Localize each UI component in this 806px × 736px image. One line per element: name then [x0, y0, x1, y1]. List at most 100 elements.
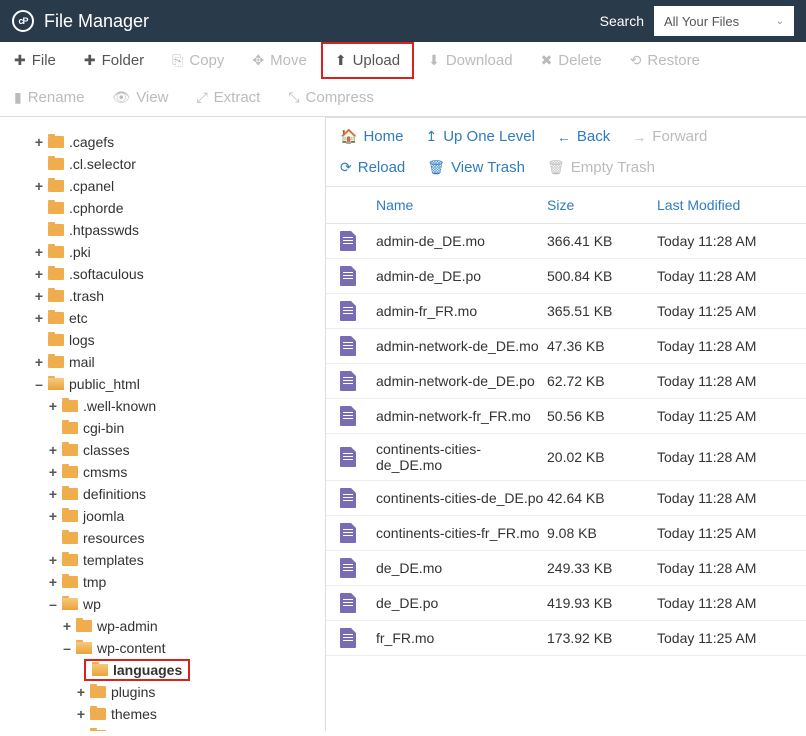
copy-button[interactable]: ⎘Copy	[158, 42, 238, 79]
tree-label[interactable]: cmsms	[83, 464, 127, 480]
tree-node[interactable]: +.cl.selector	[0, 153, 325, 175]
expand-icon[interactable]: +	[32, 267, 46, 281]
up-one-level-button[interactable]: ↥Up One Level	[425, 128, 534, 145]
tree-label[interactable]: public_html	[69, 376, 140, 392]
tree-node[interactable]: + .trash	[0, 285, 325, 307]
tree-node[interactable]: + themes	[0, 703, 325, 725]
upload-button[interactable]: ⬆Upload	[321, 42, 414, 79]
reload-button[interactable]: ⟳Reload	[340, 159, 405, 176]
file-row[interactable]: admin-de_DE.po500.84 KBToday 11:28 AM	[326, 259, 806, 294]
search-scope-select[interactable]: All Your Files ⌄	[654, 6, 794, 36]
tree-label[interactable]: themes	[111, 706, 157, 722]
tree-node[interactable]: + .well-known	[0, 395, 325, 417]
tree-label[interactable]: tmp	[83, 574, 106, 590]
tree-node[interactable]: + tmp	[0, 571, 325, 593]
expand-icon[interactable]: +	[46, 465, 60, 479]
tree-node[interactable]: +.cphorde	[0, 197, 325, 219]
tree-label[interactable]: wp	[83, 596, 101, 612]
tree-label[interactable]: joomla	[83, 508, 124, 524]
file-row[interactable]: admin-de_DE.mo366.41 KBToday 11:28 AM	[326, 224, 806, 259]
tree-label[interactable]: definitions	[83, 486, 146, 502]
expand-icon[interactable]: +	[46, 443, 60, 457]
tree-node[interactable]: +.softaculous	[0, 263, 325, 285]
tree-label[interactable]: .cphorde	[69, 200, 123, 216]
expand-icon[interactable]: +	[32, 135, 46, 149]
tree-label[interactable]: templates	[83, 552, 144, 568]
new-file-button[interactable]: ✚File	[0, 42, 70, 79]
tree-label-selected[interactable]: languages	[84, 659, 190, 681]
view-button[interactable]: 👁View	[98, 79, 182, 116]
tree-node[interactable]: +upgrade	[0, 725, 325, 731]
column-name[interactable]: Name	[370, 197, 547, 213]
tree-node[interactable]: +.cpanel	[0, 175, 325, 197]
file-row[interactable]: admin-network-fr_FR.mo50.56 KBToday 11:2…	[326, 399, 806, 434]
file-row[interactable]: continents-cities-de_DE.po42.64 KBToday …	[326, 481, 806, 516]
tree-node[interactable]: +resources	[0, 527, 325, 549]
collapse-icon[interactable]: –	[60, 641, 74, 655]
expand-icon[interactable]: +	[32, 289, 46, 303]
collapse-icon[interactable]: –	[32, 377, 46, 391]
tree-label[interactable]: logs	[69, 332, 95, 348]
tree-label[interactable]: mail	[69, 354, 95, 370]
expand-icon[interactable]: +	[46, 575, 60, 589]
file-row[interactable]: continents-cities-de_DE.mo20.02 KBToday …	[326, 434, 806, 481]
tree-node[interactable]: + cmsms	[0, 461, 325, 483]
move-button[interactable]: ✥Move	[238, 42, 320, 79]
tree-label[interactable]: .pki	[69, 244, 91, 260]
tree-label[interactable]: wp-content	[97, 640, 165, 656]
folder-tree-sidebar[interactable]: +.cagefs+.cl.selector+.cpanel+.cphorde+.…	[0, 117, 326, 731]
tree-label[interactable]: resources	[83, 530, 144, 546]
file-row[interactable]: admin-network-de_DE.mo47.36 KBToday 11:2…	[326, 329, 806, 364]
tree-node[interactable]: – wp-content	[0, 637, 325, 659]
expand-icon[interactable]: +	[46, 487, 60, 501]
tree-label[interactable]: .trash	[69, 288, 104, 304]
tree-node[interactable]: +templates	[0, 549, 325, 571]
file-row[interactable]: de_DE.mo249.33 KBToday 11:28 AM	[326, 551, 806, 586]
file-row[interactable]: fr_FR.mo173.92 KBToday 11:25 AM	[326, 621, 806, 656]
tree-label[interactable]: wp-admin	[97, 618, 158, 634]
expand-icon[interactable]: +	[32, 355, 46, 369]
tree-node[interactable]: + plugins	[0, 681, 325, 703]
tree-node[interactable]: + mail	[0, 351, 325, 373]
download-button[interactable]: ⬇Download	[414, 42, 526, 79]
tree-label[interactable]: plugins	[111, 684, 155, 700]
tree-node[interactable]: +etc	[0, 307, 325, 329]
tree-node[interactable]: + classes	[0, 439, 325, 461]
expand-icon[interactable]: +	[60, 619, 74, 633]
expand-icon[interactable]: +	[46, 509, 60, 523]
column-size[interactable]: Size	[547, 197, 657, 213]
home-button[interactable]: 🏠Home	[340, 128, 403, 145]
tree-label[interactable]: .cagefs	[69, 134, 114, 150]
tree-node[interactable]: +logs	[0, 329, 325, 351]
expand-icon[interactable]: +	[74, 707, 88, 721]
view-trash-button[interactable]: 🗑View Trash	[427, 159, 525, 176]
file-row[interactable]: continents-cities-fr_FR.mo9.08 KBToday 1…	[326, 516, 806, 551]
tree-node[interactable]: –wp	[0, 593, 325, 615]
tree-node[interactable]: +languages	[0, 659, 325, 681]
file-row[interactable]: de_DE.po419.93 KBToday 11:28 AM	[326, 586, 806, 621]
delete-button[interactable]: ✖Delete	[527, 42, 616, 79]
forward-button[interactable]: →Forward	[632, 128, 707, 145]
restore-button[interactable]: ⟲Restore	[616, 42, 714, 79]
tree-label[interactable]: classes	[83, 442, 130, 458]
tree-label[interactable]: .htpasswds	[69, 222, 139, 238]
tree-node[interactable]: +.htpasswds	[0, 219, 325, 241]
tree-label[interactable]: .well-known	[83, 398, 156, 414]
tree-node[interactable]: – public_html	[0, 373, 325, 395]
expand-icon[interactable]: +	[74, 685, 88, 699]
new-folder-button[interactable]: ✚Folder	[70, 42, 158, 79]
file-row[interactable]: admin-fr_FR.mo365.51 KBToday 11:25 AM	[326, 294, 806, 329]
empty-trash-button[interactable]: 🗑Empty Trash	[547, 159, 655, 176]
back-button[interactable]: ←Back	[557, 128, 610, 145]
tree-node[interactable]: + definitions	[0, 483, 325, 505]
file-row[interactable]: admin-network-de_DE.po62.72 KBToday 11:2…	[326, 364, 806, 399]
expand-icon[interactable]: +	[32, 245, 46, 259]
rename-button[interactable]: ▮Rename	[0, 79, 98, 116]
tree-label[interactable]: cgi-bin	[83, 420, 124, 436]
tree-node[interactable]: + wp-admin	[0, 615, 325, 637]
extract-button[interactable]: ⤢Extract	[182, 79, 274, 116]
tree-label[interactable]: .cpanel	[69, 178, 114, 194]
tree-label[interactable]: upgrade	[111, 728, 162, 731]
expand-icon[interactable]: +	[46, 399, 60, 413]
tree-node[interactable]: + .cagefs	[0, 131, 325, 153]
